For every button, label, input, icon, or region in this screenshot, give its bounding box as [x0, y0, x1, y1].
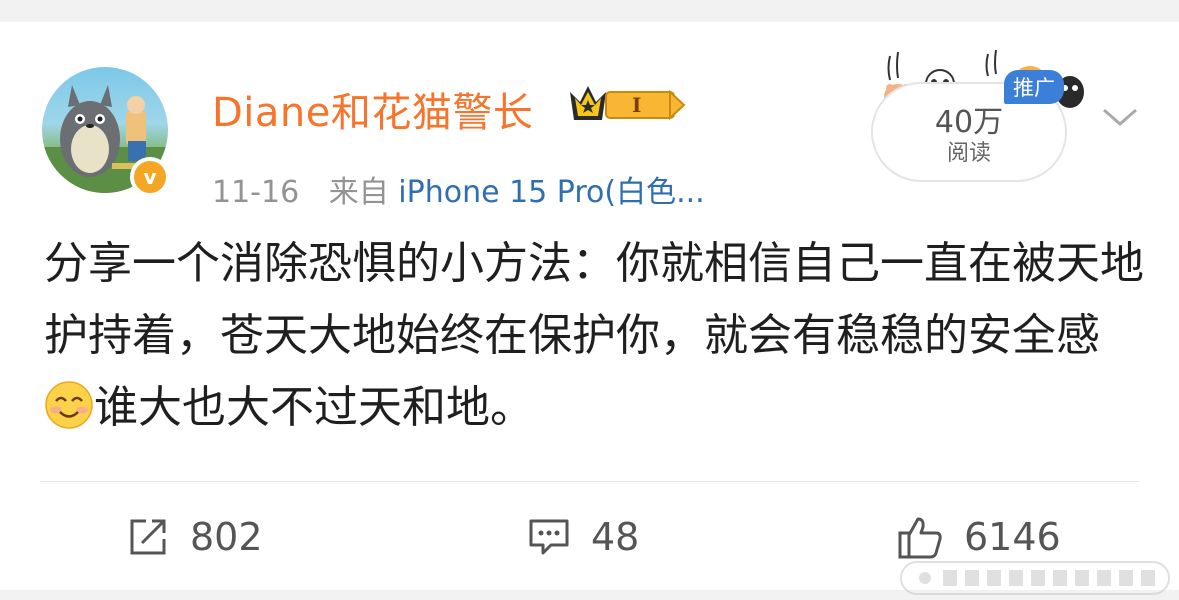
- source-device-link[interactable]: iPhone 15 Pro(白色...: [398, 175, 704, 210]
- post-text-part1: 分享一个消除恐惧的小方法：你就相信自己一直在被天地护持着，苍天大地始终在保护你，…: [44, 238, 1144, 361]
- verified-badge-icon: v: [130, 157, 170, 197]
- repost-button[interactable]: 802: [126, 512, 263, 562]
- read-label: 阅读: [946, 141, 991, 166]
- post-text-part2: 谁大也大不过天和地。: [94, 382, 534, 433]
- vip-level: I: [632, 93, 641, 117]
- comment-icon: [529, 519, 569, 555]
- post-text: 分享一个消除恐惧的小方法：你就相信自己一直在被天地护持着，苍天大地始终在保护你，…: [44, 228, 1144, 444]
- post-meta: 11-16 来自 iPhone 15 Pro(白色...: [212, 167, 705, 211]
- thumbs-up-icon: [898, 517, 942, 559]
- repost-icon: [130, 519, 166, 555]
- vip-crown-badge-icon[interactable]: I: [566, 78, 688, 130]
- comment-count: 48: [591, 515, 640, 559]
- promote-tag[interactable]: 推广: [1004, 70, 1064, 104]
- weibo-post-card: v Diane和花猫警长 I 11-16 来自 iPhone 15 Pro(白色…: [0, 22, 1179, 595]
- source-label: 来自: [328, 175, 389, 210]
- smile-emoji-icon: [45, 381, 93, 429]
- read-count: 40万: [934, 105, 1004, 140]
- post-date: 11-16: [212, 175, 300, 210]
- comment-button[interactable]: 48: [527, 512, 639, 562]
- chevron-down-icon[interactable]: [1100, 104, 1140, 130]
- like-count: 6146: [964, 515, 1061, 559]
- like-button[interactable]: 6146: [896, 512, 1061, 562]
- repost-count: 802: [190, 515, 263, 559]
- divider: [40, 481, 1139, 482]
- watermark-icon: [900, 561, 1170, 595]
- username[interactable]: Diane和花猫警长: [212, 80, 533, 138]
